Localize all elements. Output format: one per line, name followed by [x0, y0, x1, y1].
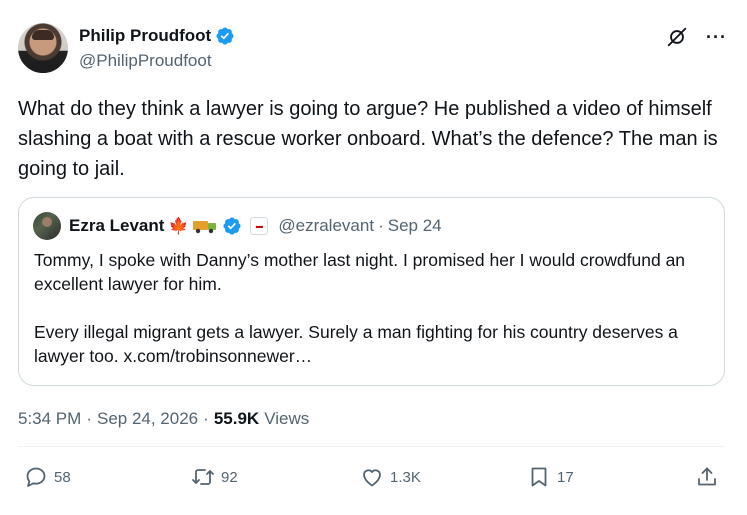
bookmark-button[interactable]: 17 [527, 465, 574, 489]
bookmark-count: 17 [557, 468, 574, 486]
quoted-separator: · [378, 216, 384, 235]
like-count: 1.3K [390, 468, 421, 486]
author-name-row: Philip Proudfoot [79, 26, 235, 46]
quoted-avatar [33, 212, 61, 240]
quoted-text: Tommy, I spoke with Danny’s mother last … [34, 248, 714, 368]
views-count: 55.9K [213, 409, 260, 428]
quoted-paragraph-2: Every illegal migrant gets a lawyer. Sur… [34, 322, 678, 366]
tweet-date[interactable]: Sep 24, 2026 [97, 409, 198, 429]
author-handle[interactable]: @PhilipProudfoot [79, 51, 212, 71]
grok-icon[interactable] [666, 26, 688, 48]
action-bar: 58 92 1.3K 17 [0, 465, 747, 501]
verified-badge-icon [216, 27, 234, 45]
share-icon [698, 467, 716, 486]
reply-count: 58 [54, 468, 71, 486]
author-avatar[interactable] [18, 23, 68, 73]
meta-separator: · [203, 409, 209, 428]
meta-separator: · [86, 409, 92, 428]
author-name[interactable]: Philip Proudfoot [79, 26, 211, 46]
top-icons: ··· [666, 26, 727, 48]
tweet-meta: 5:34 PM · Sep 24, 2026 · 55.9K Views [18, 409, 309, 429]
verified-badge-icon [223, 217, 241, 235]
repost-icon [192, 469, 214, 485]
quoted-header: Ezra Levant 🍁 ▬ @ezralevant · Sep 24 [33, 212, 442, 240]
quoted-handle: @ezralevant [278, 216, 375, 235]
like-button[interactable]: 1.3K [360, 465, 421, 489]
more-icon[interactable]: ··· [706, 28, 727, 46]
affiliate-badge-icon: ▬ [250, 217, 269, 235]
divider [18, 446, 725, 447]
reply-icon [26, 467, 46, 487]
quoted-paragraph-1: Tommy, I spoke with Danny’s mother last … [34, 250, 686, 294]
truck-icon [193, 221, 217, 234]
quoted-date: Sep 24 [387, 216, 442, 235]
repost-count: 92 [221, 468, 238, 486]
bookmark-icon [531, 467, 547, 487]
quoted-author-name: Ezra Levant [69, 216, 165, 235]
maple-leaf-icon: 🍁 [168, 218, 189, 235]
repost-button[interactable]: 92 [191, 465, 238, 489]
share-button[interactable] [695, 465, 719, 489]
tweet-text: What do they think a lawyer is going to … [18, 98, 718, 180]
quoted-tweet[interactable]: Ezra Levant 🍁 ▬ @ezralevant · Sep 24 Tom… [18, 197, 725, 386]
reply-button[interactable]: 58 [24, 465, 71, 489]
like-icon [363, 469, 381, 487]
tweet-time[interactable]: 5:34 PM [18, 409, 81, 429]
views-label: Views [264, 409, 310, 428]
